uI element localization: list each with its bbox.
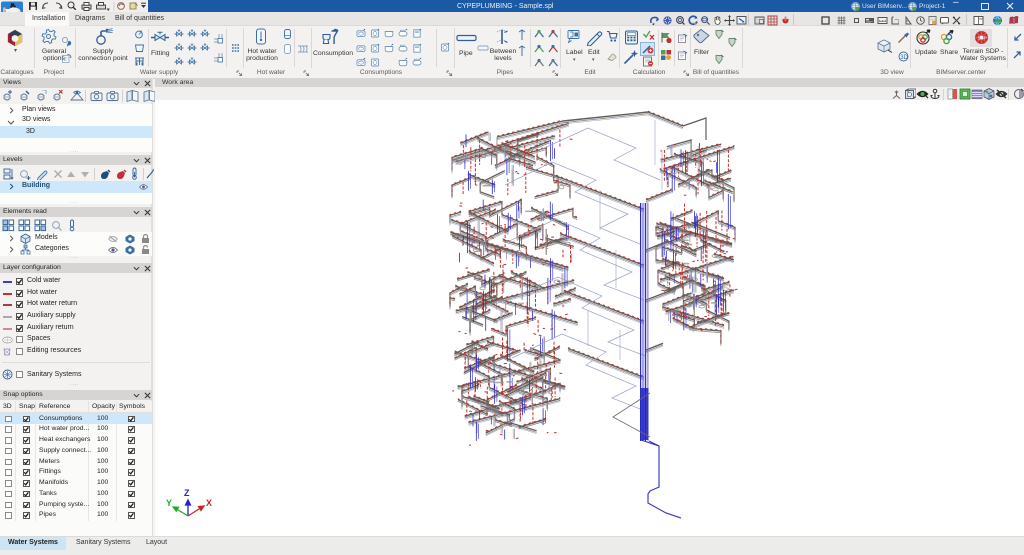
svg-text:3D: 3D [900, 55, 908, 61]
svg-text:X: X [206, 498, 212, 508]
svg-text:Y: Y [166, 498, 172, 508]
svg-text:SDP: SDP [978, 36, 987, 41]
svg-text:Z: Z [184, 488, 190, 498]
